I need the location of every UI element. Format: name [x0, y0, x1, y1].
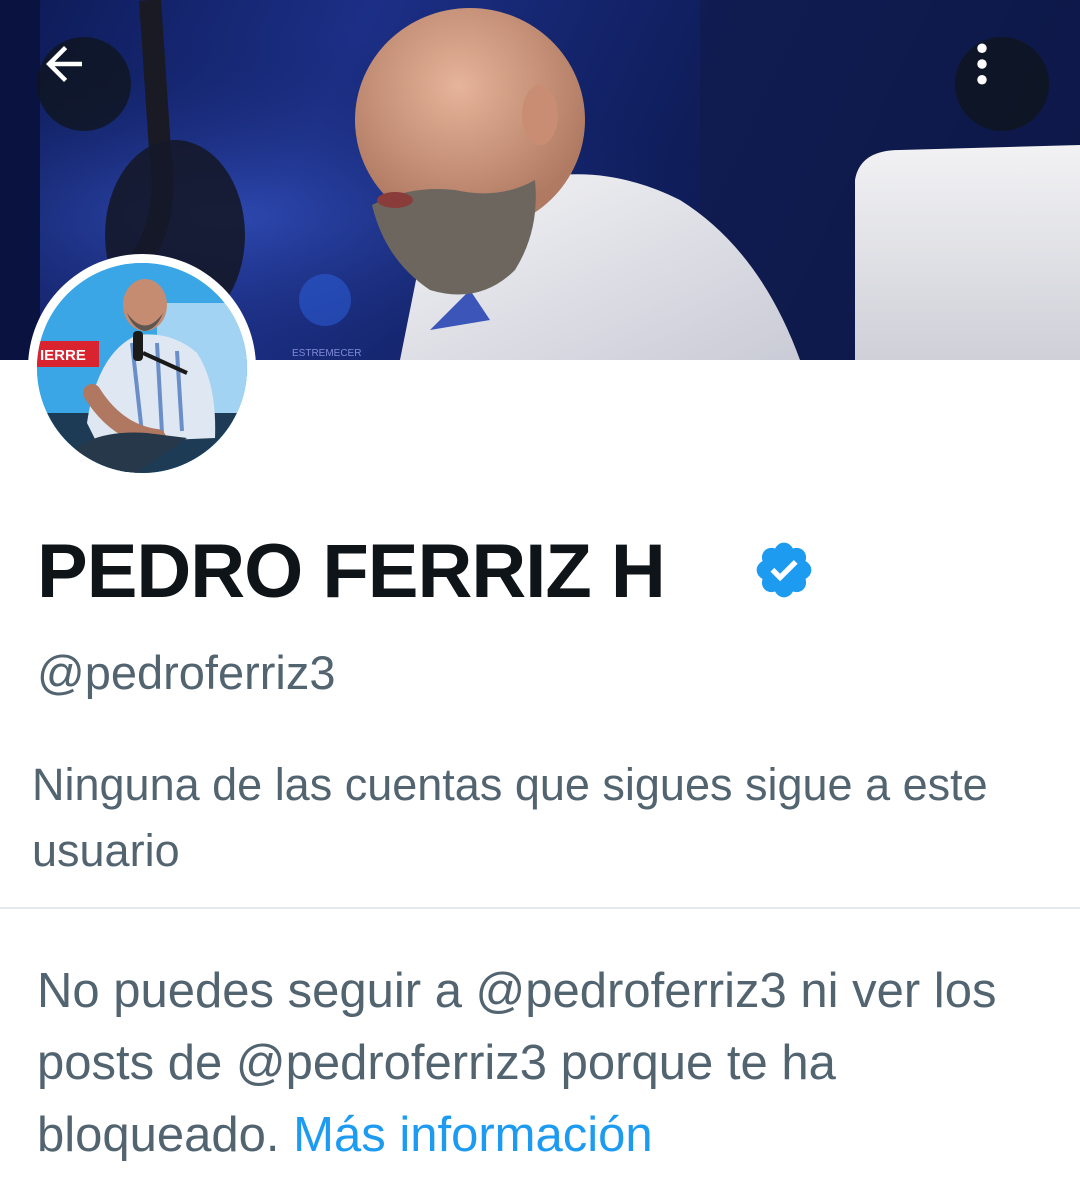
back-button[interactable]: [37, 37, 131, 131]
more-vertical-icon: [977, 43, 987, 85]
blocked-notice: No puedes seguir a @pedroferriz3 ni ver …: [37, 955, 1052, 1171]
avatar-image: IERRE: [37, 263, 247, 473]
followers-you-know-text[interactable]: Ninguna de las cuentas que sigues sigue …: [32, 752, 1042, 884]
profile-avatar[interactable]: IERRE: [28, 254, 256, 482]
profile-handle: @pedroferriz3: [37, 646, 336, 699]
profile-page: ESTREMECER IERRE PEDRO FERRIZ H @pedrofe…: [0, 0, 1080, 1185]
verified-badge-icon[interactable]: [752, 538, 816, 602]
display-name: PEDRO FERRIZ H: [37, 529, 666, 614]
avatar-sign-text: IERRE: [40, 347, 86, 364]
more-info-link[interactable]: Más información: [293, 1108, 652, 1162]
svg-text:ESTREMECER: ESTREMECER: [292, 348, 361, 359]
divider: [0, 907, 1080, 909]
arrow-left-icon: [46, 46, 82, 82]
more-options-button[interactable]: [955, 37, 1049, 131]
